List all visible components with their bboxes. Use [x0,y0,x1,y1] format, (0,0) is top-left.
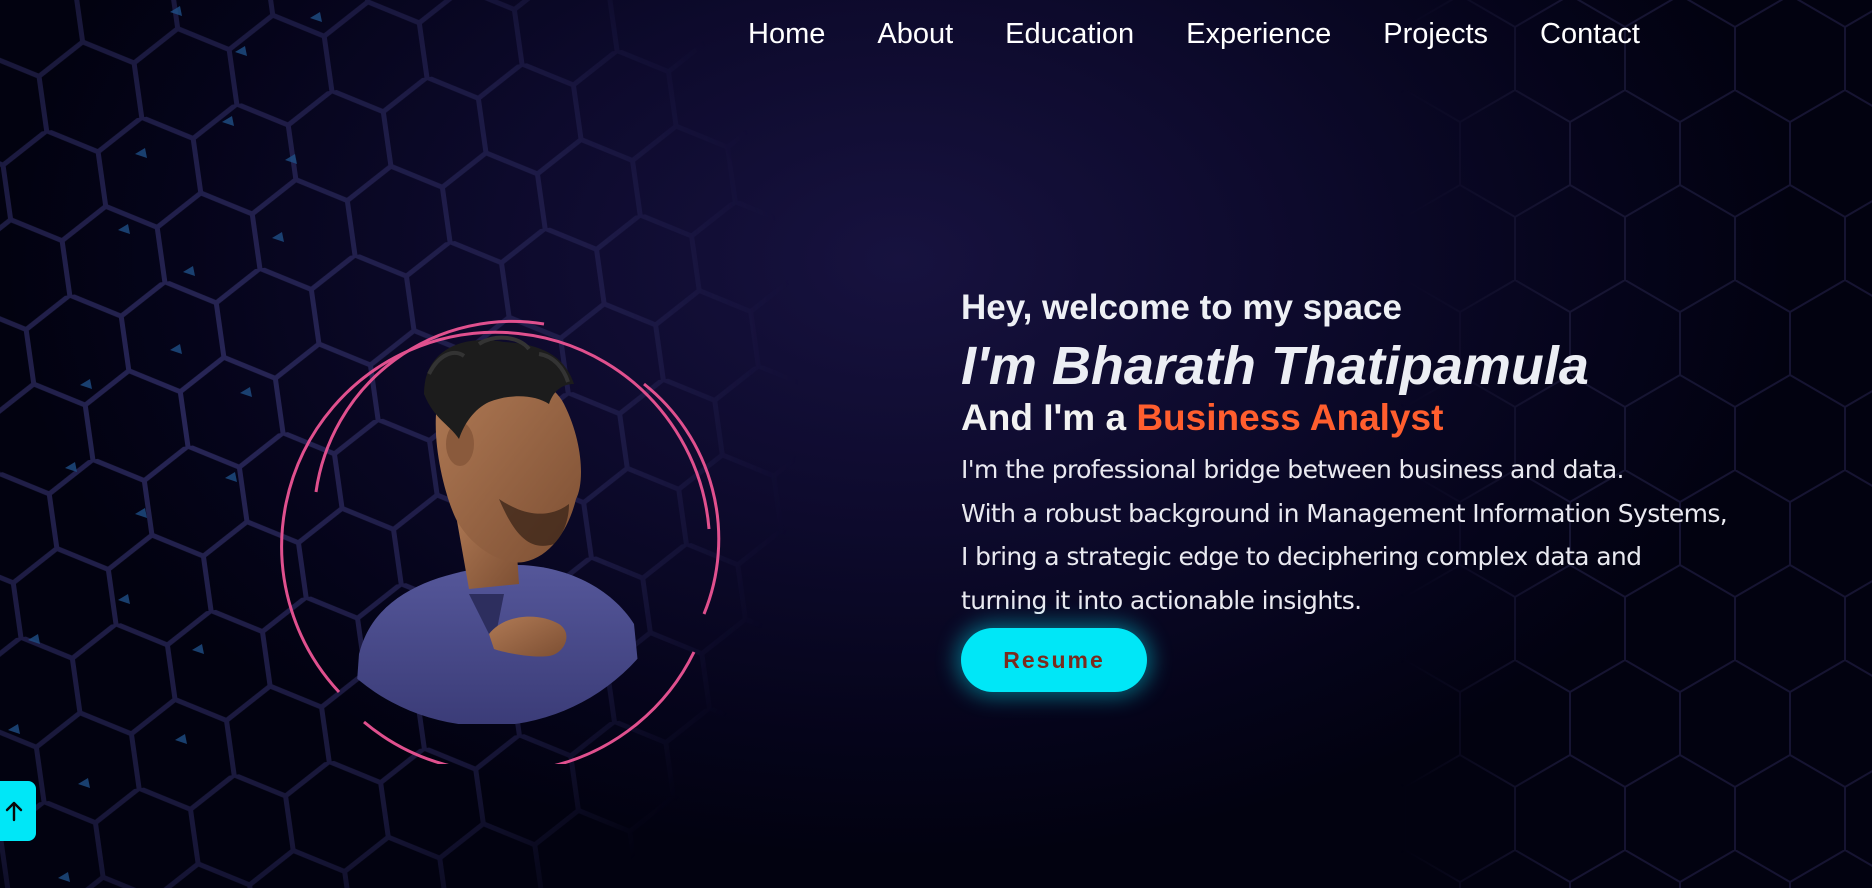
profile-photo [280,319,721,764]
description-line: I bring a strategic edge to deciphering … [961,542,1642,571]
nav-experience[interactable]: Experience [1186,14,1331,54]
nav-contact[interactable]: Contact [1540,14,1640,54]
description-line: With a robust background in Management I… [961,498,1728,528]
role-highlight: Business Analyst [1136,397,1444,438]
hero-description: I'm the professional bridge between busi… [961,448,1728,622]
role-heading: And I'm a Business Analyst [961,396,1721,440]
scroll-to-top-button[interactable] [0,781,36,841]
name-heading: I'm Bharath Thatipamula [961,336,1589,396]
profile-photo-frame [264,294,734,764]
arrow-up-icon [5,801,23,822]
hero-section: Hey, welcome to my space I'm Bharath Tha… [961,286,1728,622]
resume-button[interactable]: Resume [961,628,1147,692]
description-line: I'm the professional bridge between busi… [961,455,1625,484]
description-line: turning it into actionable insights. [961,585,1362,615]
nav-about[interactable]: About [877,14,953,54]
nav-home[interactable]: Home [748,14,825,54]
greeting-heading: Hey, welcome to my space [961,288,1402,327]
nav-projects[interactable]: Projects [1383,14,1488,54]
nav-education[interactable]: Education [1005,14,1134,54]
role-prefix: And I'm a [961,397,1137,438]
main-nav: Home About Education Experience Projects… [748,14,1640,54]
